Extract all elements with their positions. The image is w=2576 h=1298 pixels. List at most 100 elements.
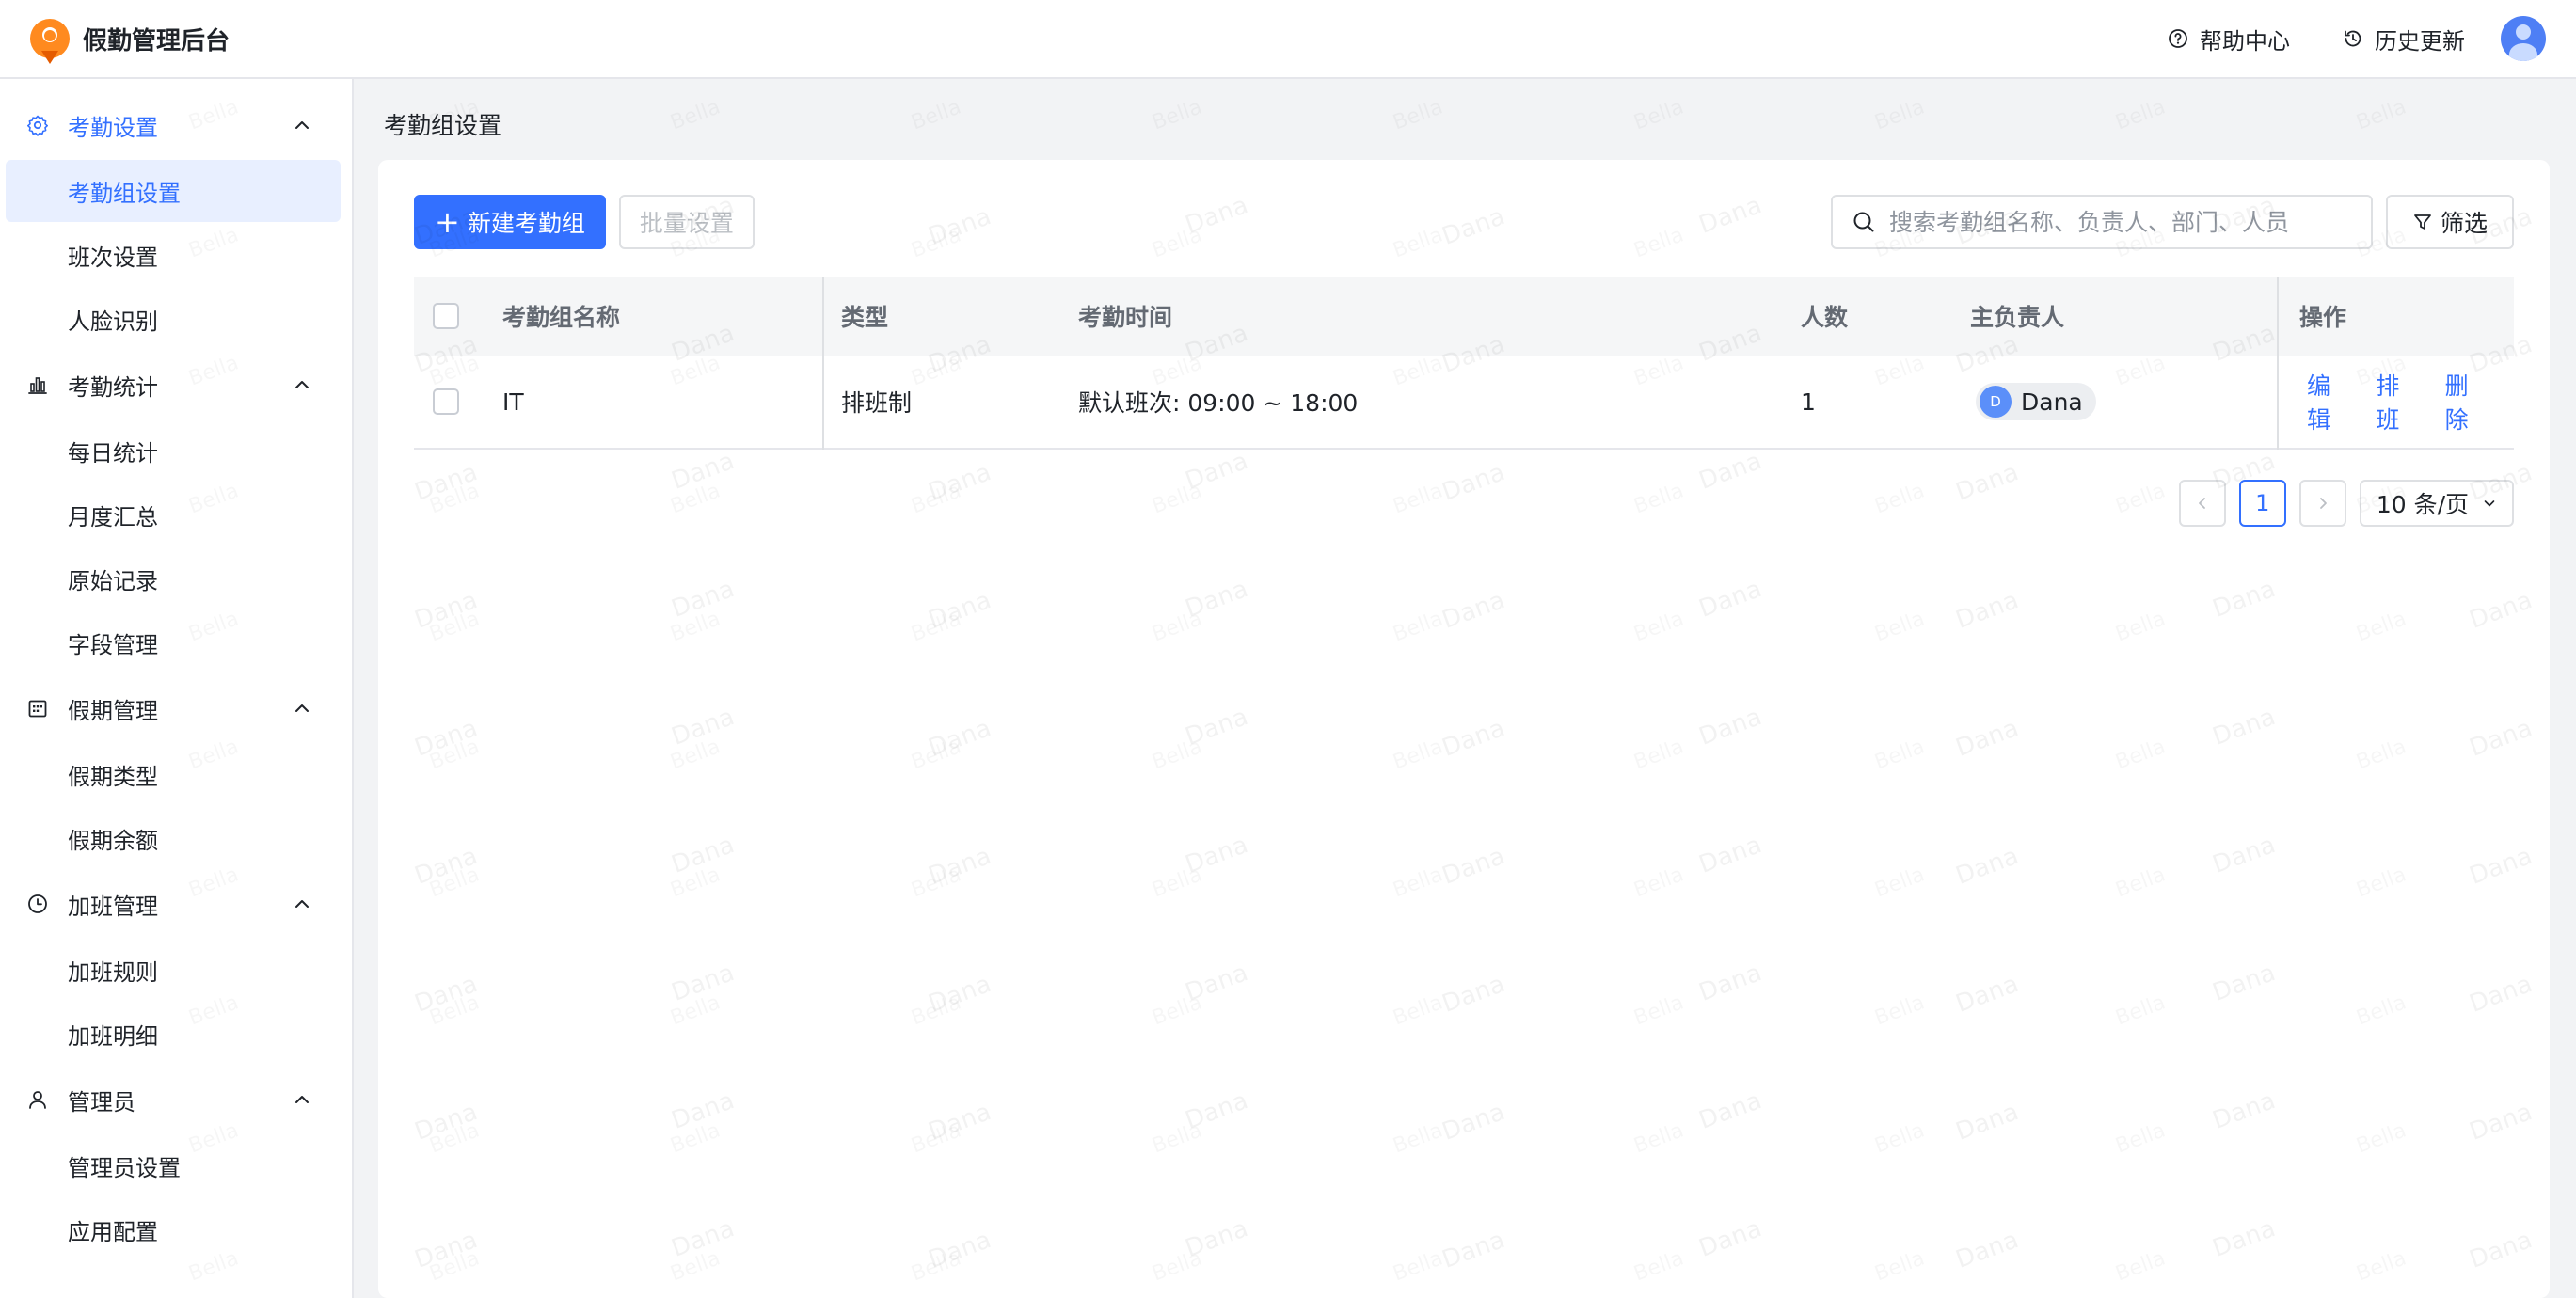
new-attendance-group-label: 新建考勤组 [467, 210, 585, 237]
history-icon [2345, 30, 2361, 47]
sidebar-group-attendance-statistics[interactable]: 考勤统计 [0, 352, 352, 418]
edit-link[interactable]: 编辑 [2307, 368, 2349, 435]
top-header: 假勤管理后台 帮助中心 历史更新 [0, 0, 2576, 79]
filter-icon [2414, 214, 2431, 230]
group-name-cell: IT [502, 388, 524, 416]
pagination: 1 10 条/页 [2166, 480, 2514, 527]
sidebar-item-overtime-rules[interactable]: 加班规则 [6, 939, 341, 1001]
owner-tag[interactable]: D Dana [1976, 383, 2096, 420]
prev-page-button[interactable] [2178, 480, 2226, 527]
chevron-up-icon [295, 381, 309, 388]
sidebar-item-label: 假期余额 [68, 827, 158, 854]
sidebar-item-app-config[interactable]: 应用配置 [6, 1198, 341, 1260]
help-center-label: 帮助中心 [2200, 27, 2290, 55]
sidebar-item-label: 班次设置 [68, 244, 158, 271]
attendance-group-table: 考勤组名称 类型 考勤时间 人数 主负责人 操作 IT 排班制 默认班次: 09… [414, 277, 2514, 450]
page-title: 考勤组设置 [384, 112, 502, 139]
schedule-link[interactable]: 排班 [2376, 368, 2418, 435]
watermark-text: Bella [667, 95, 724, 135]
sidebar-group-label: 考勤设置 [68, 114, 158, 141]
column-header-type: 类型 [841, 304, 889, 331]
page-size-value: 10 条/页 [2376, 491, 2469, 518]
chevron-up-icon [295, 1096, 309, 1103]
help-center-link[interactable]: 帮助中心 [2168, 23, 2290, 55]
owner-avatar: D [1980, 386, 2012, 418]
sidebar-item-label: 加班规则 [68, 958, 158, 986]
watermark-text: Bella [1390, 95, 1446, 135]
chevron-down-icon [2484, 500, 2495, 507]
row-select-cell [433, 356, 459, 448]
sidebar-item-admin-settings[interactable]: 管理员设置 [6, 1134, 341, 1196]
sidebar-group-label: 加班管理 [68, 893, 158, 920]
new-attendance-group-button[interactable]: + 新建考勤组 [414, 195, 606, 249]
page-number-button[interactable]: 1 [2238, 480, 2286, 527]
sidebar-item-attendance-group-settings[interactable]: 考勤组设置 [6, 160, 341, 222]
watermark-text: Bella [908, 95, 964, 135]
chevron-left-icon [2198, 498, 2205, 509]
page-size-select[interactable]: 10 条/页 [2359, 480, 2514, 527]
sidebar-item-daily-statistics[interactable]: 每日统计 [6, 419, 341, 482]
history-updates-label: 历史更新 [2375, 27, 2465, 55]
sidebar-item-label: 字段管理 [68, 631, 158, 658]
batch-settings-button[interactable]: 批量设置 [618, 195, 755, 249]
select-all-checkbox[interactable] [433, 303, 459, 329]
next-page-button[interactable] [2298, 480, 2346, 527]
sidebar-group-overtime-management[interactable]: 加班管理 [0, 871, 352, 937]
sidebar-item-leave-types[interactable]: 假期类型 [6, 743, 341, 805]
table-row: IT 排班制 默认班次: 09:00 ~ 18:00 1 D Dana 编辑 排… [414, 356, 2514, 450]
header-actions: 帮助中心 历史更新 [2115, 16, 2546, 61]
search-input[interactable] [1888, 208, 2352, 236]
clock-icon [24, 891, 51, 917]
sidebar-item-label: 假期类型 [68, 763, 158, 790]
user-avatar[interactable] [2501, 16, 2546, 61]
watermark-text: Bella [1871, 95, 1928, 135]
sidebar-group-leave-management[interactable]: 假期管理 [0, 675, 352, 741]
sidebar-item-face-recognition[interactable]: 人脸识别 [6, 288, 341, 350]
sidebar-item-shift-settings[interactable]: 班次设置 [6, 224, 341, 286]
search-icon [1853, 212, 1874, 232]
content-card: + 新建考勤组 批量设置 筛选 考勤组名称 类型 考勤时间 人数 主负责人 操作 [378, 160, 2550, 1298]
watermark-text: Bella [2353, 95, 2409, 135]
actions-cell: 编辑 排班 删除 [2307, 356, 2514, 448]
sidebar-group-administrators[interactable]: 管理员 [0, 1067, 352, 1132]
sidebar-item-overtime-details[interactable]: 加班明细 [6, 1003, 341, 1065]
member-count-cell: 1 [1801, 388, 1816, 416]
chevron-up-icon [295, 704, 309, 712]
sidebar-item-label: 管理员设置 [68, 1154, 181, 1181]
sidebar-item-label: 每日统计 [68, 439, 158, 467]
sidebar-group-label: 考勤统计 [68, 373, 158, 401]
sidebar-item-label: 月度汇总 [68, 503, 158, 530]
column-divider[interactable] [2277, 277, 2279, 450]
watermark-text: Bella [1149, 95, 1205, 135]
sidebar-item-label: 原始记录 [68, 567, 158, 594]
history-updates-link[interactable]: 历史更新 [2343, 23, 2465, 55]
plus-icon: + [435, 204, 460, 240]
delete-link[interactable]: 删除 [2445, 368, 2488, 435]
user-icon [24, 1086, 51, 1113]
sidebar-item-label: 应用配置 [68, 1218, 158, 1245]
app-logo-icon [30, 19, 70, 64]
sidebar-item-field-management[interactable]: 字段管理 [6, 611, 341, 673]
search-box[interactable] [1830, 195, 2373, 249]
sidebar-item-label: 考勤组设置 [68, 180, 181, 207]
chevron-right-icon [2319, 498, 2327, 509]
help-circle-icon [2169, 29, 2187, 48]
column-divider[interactable] [822, 277, 824, 450]
sidebar-item-label: 人脸识别 [68, 308, 158, 335]
filter-button[interactable]: 筛选 [2385, 195, 2514, 249]
gear-icon [24, 112, 51, 138]
bar-chart-icon [24, 372, 51, 398]
sidebar-group-label: 假期管理 [68, 697, 158, 724]
toolbar: + 新建考勤组 批量设置 筛选 [414, 194, 2514, 250]
owner-cell: D Dana [1976, 356, 2096, 448]
sidebar-item-raw-records[interactable]: 原始记录 [6, 547, 341, 609]
row-checkbox[interactable] [433, 388, 459, 415]
column-header-actions: 操作 [2299, 304, 2347, 331]
sidebar-item-monthly-summary[interactable]: 月度汇总 [6, 483, 341, 546]
table-header: 考勤组名称 类型 考勤时间 人数 主负责人 操作 [414, 277, 2514, 356]
attendance-time-cell: 默认班次: 09:00 ~ 18:00 [1078, 389, 1359, 417]
app-title: 假勤管理后台 [83, 26, 231, 55]
sidebar-group-attendance-settings[interactable]: 考勤设置 [0, 92, 352, 158]
sidebar-item-leave-balance[interactable]: 假期余额 [6, 807, 341, 869]
watermark-text: Bella [1630, 95, 1687, 135]
